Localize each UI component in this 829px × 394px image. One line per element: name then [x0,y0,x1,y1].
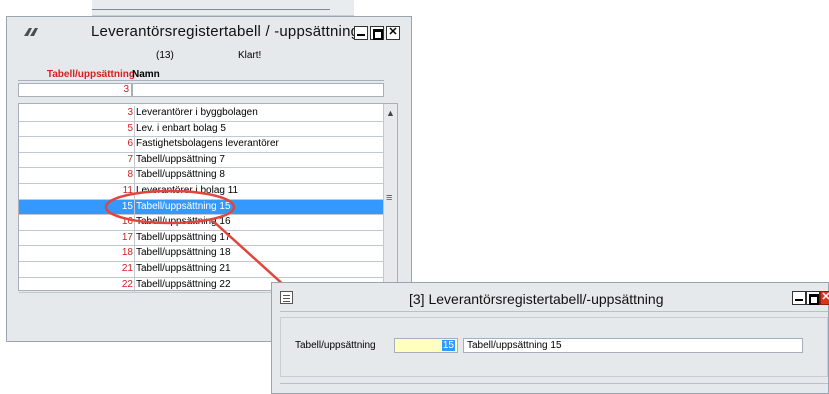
code-filter-input[interactable]: 3 [18,83,132,97]
row-code: 16 [121,216,133,228]
table-row[interactable]: 21 Tabell/uppsättning 21 [19,261,385,278]
window-title: Leverantörsregistertabell / -uppsättning [91,23,360,40]
table-row[interactable]: 5 Lev. i enbart bolag 5 [19,121,385,138]
row-name: Tabell/uppsättning 17 [136,231,231,243]
column-separator [134,246,135,261]
column-header-code[interactable]: Tabell/uppsättning [17,69,135,80]
row-code: 21 [121,262,133,274]
detail-divider [280,311,828,312]
row-name: Tabell/uppsättning 18 [136,247,231,259]
table-row[interactable]: 15 Tabell/uppsättning 15 [19,199,385,216]
row-code: 6 [127,138,133,150]
row-name: Tabell/uppsättning 8 [136,169,225,181]
status-text: Klart! [238,50,262,61]
detail-close-button[interactable]: ✕ [820,291,829,305]
row-code: 7 [127,153,133,165]
column-separator [134,215,135,230]
table-row[interactable]: 7 Tabell/uppsättning 7 [19,152,385,169]
row-code: 5 [127,122,133,134]
row-name: Tabell/uppsättning 21 [136,262,231,274]
row-code: 15 [121,200,133,212]
row-code: 18 [121,247,133,259]
column-separator [134,106,135,121]
row-name: Lev. i enbart bolag 5 [136,122,226,134]
row-code: 11 [122,184,133,196]
record-count: (13) [156,50,174,61]
row-code: 8 [127,169,133,181]
row-name: Tabell/uppsättning 7 [136,153,225,165]
grid-rows: 3 Leverantörer i byggbolagen 5 Lev. i enbar… [19,106,385,294]
row-code: 22 [121,278,133,290]
column-separator [134,199,135,215]
detail-bottom-divider [280,383,828,384]
maximize-button[interactable] [370,26,384,40]
row-code: 3 [127,107,133,118]
name-field[interactable]: Tabell/uppsättning 15 [463,338,803,353]
table-row[interactable]: 18 Tabell/uppsättning 18 [19,246,385,262]
row-name: Leverantörer i byggbolagen [136,107,258,118]
close-button[interactable]: ✕ [386,26,400,40]
column-separator [134,261,135,277]
app-logo-icon [24,28,38,36]
table-row[interactable]: 6 Fastighetsbolagens leverantörer [19,137,385,153]
column-separator [134,168,135,183]
column-separator [134,152,135,168]
detail-window-title: [3] Leverantörsregistertabell/-uppsättni… [409,291,664,307]
row-name: Leverantörer i bolag 11 [136,184,239,196]
detail-minimize-button[interactable] [792,291,806,305]
column-separator [134,183,135,199]
table-row[interactable]: 17 Tabell/uppsättning 17 [19,230,385,247]
row-name: Tabell/uppsättning 16 [136,216,231,228]
code-field-value: 15 [441,340,455,351]
code-field-label: Tabell/uppsättning [295,340,376,351]
menu-icon[interactable] [280,291,293,304]
vertical-scrollbar[interactable]: ▲ ≡ [383,104,397,290]
column-separator [134,137,135,152]
background-window-line [92,9,330,10]
table-row[interactable]: 11 Leverantörer i bolag 11 [19,183,385,200]
scroll-thumb-icon[interactable]: ≡ [386,192,392,204]
detail-title-bar[interactable]: [3] Leverantörsregistertabell/-uppsättni… [272,283,829,311]
background-window-strip [92,0,354,16]
code-field[interactable]: 15 [394,338,458,353]
title-bar[interactable]: Leverantörsregistertabell / -uppsättning… [7,17,411,47]
header-divider [18,80,384,81]
row-code: 17 [121,231,133,243]
table-row[interactable]: 3 Leverantörer i byggbolagen [19,106,385,122]
name-filter-input[interactable] [132,83,384,97]
column-separator [134,121,135,137]
detail-maximize-button[interactable] [806,291,820,305]
row-name: Tabell/uppsättning 22 [136,278,231,290]
scroll-up-icon[interactable]: ▲ [386,108,395,118]
results-grid: 3 Leverantörer i byggbolagen 5 Lev. i enbar… [18,103,398,294]
minimize-button[interactable] [354,26,368,40]
column-separator [134,277,135,293]
supplier-table-detail-window: [3] Leverantörsregistertabell/-uppsättni… [271,282,829,394]
table-row[interactable]: 16 Tabell/uppsättning 16 [19,215,385,231]
row-name: Fastighetsbolagens leverantörer [136,138,279,150]
column-header-name[interactable]: Namn [132,69,160,80]
row-name: Tabell/uppsättning 15 [136,200,231,212]
table-row[interactable]: 8 Tabell/uppsättning 8 [19,168,385,184]
column-separator [134,230,135,246]
